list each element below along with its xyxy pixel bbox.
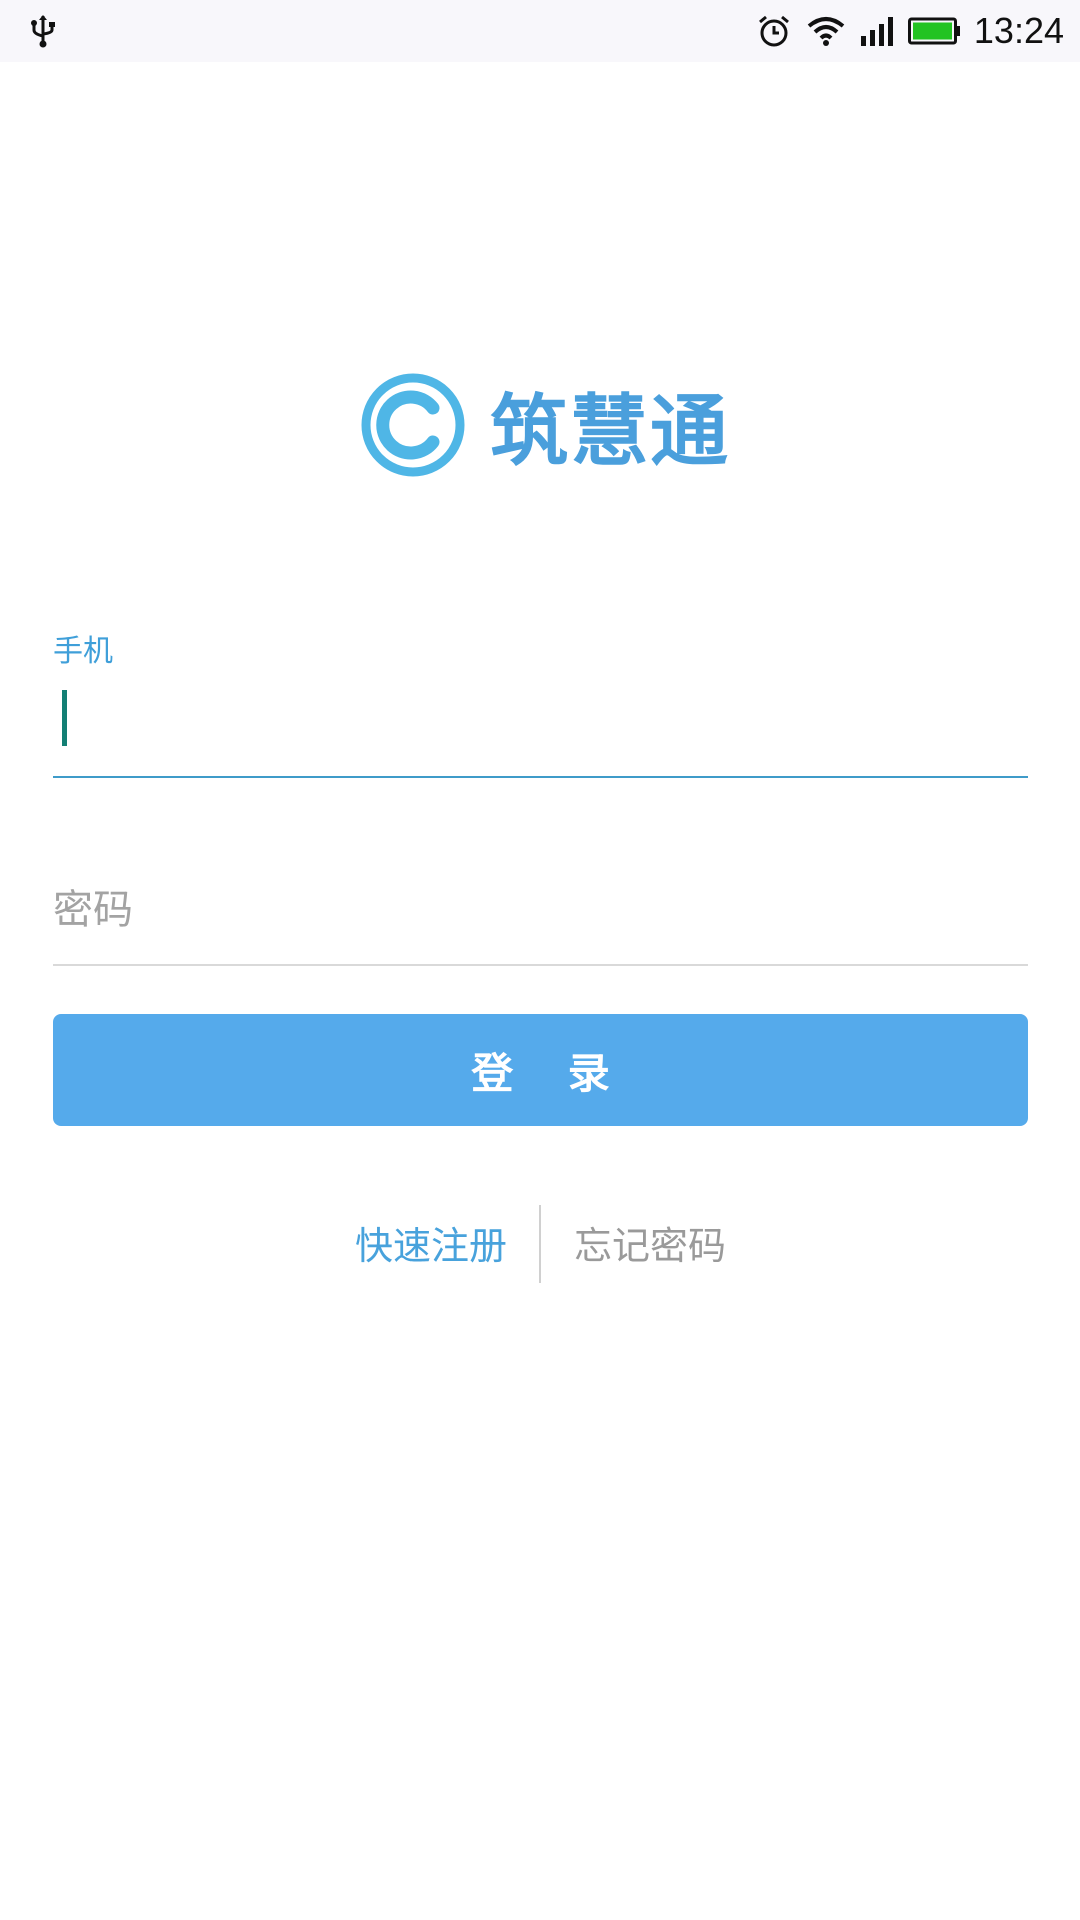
- status-time: 13:24: [973, 10, 1064, 51]
- phone-label: 手机: [53, 634, 113, 669]
- battery-icon: [907, 16, 962, 46]
- alarm-icon: [756, 13, 792, 49]
- register-link[interactable]: 快速注册: [355, 1215, 507, 1270]
- phone-input[interactable]: [53, 680, 1028, 760]
- text-cursor: [62, 690, 67, 746]
- links-divider: [539, 1205, 541, 1283]
- app-name: 筑慧通: [490, 387, 731, 477]
- wifi-icon: [806, 14, 846, 48]
- signal-icon: [860, 16, 894, 46]
- password-field: [53, 860, 1028, 966]
- status-bar: 13:24: [0, 0, 1080, 62]
- app-logo: 筑慧通: [360, 370, 730, 480]
- forgot-password-link[interactable]: 忘记密码: [574, 1215, 726, 1270]
- login-button[interactable]: 登 录: [53, 1014, 1028, 1126]
- auth-links: 快速注册 忘记密码: [0, 1205, 1080, 1285]
- phone-field: 手机: [53, 620, 1028, 778]
- logo-c-icon: [361, 373, 465, 477]
- usb-icon: [31, 15, 55, 48]
- password-input[interactable]: [53, 860, 1028, 960]
